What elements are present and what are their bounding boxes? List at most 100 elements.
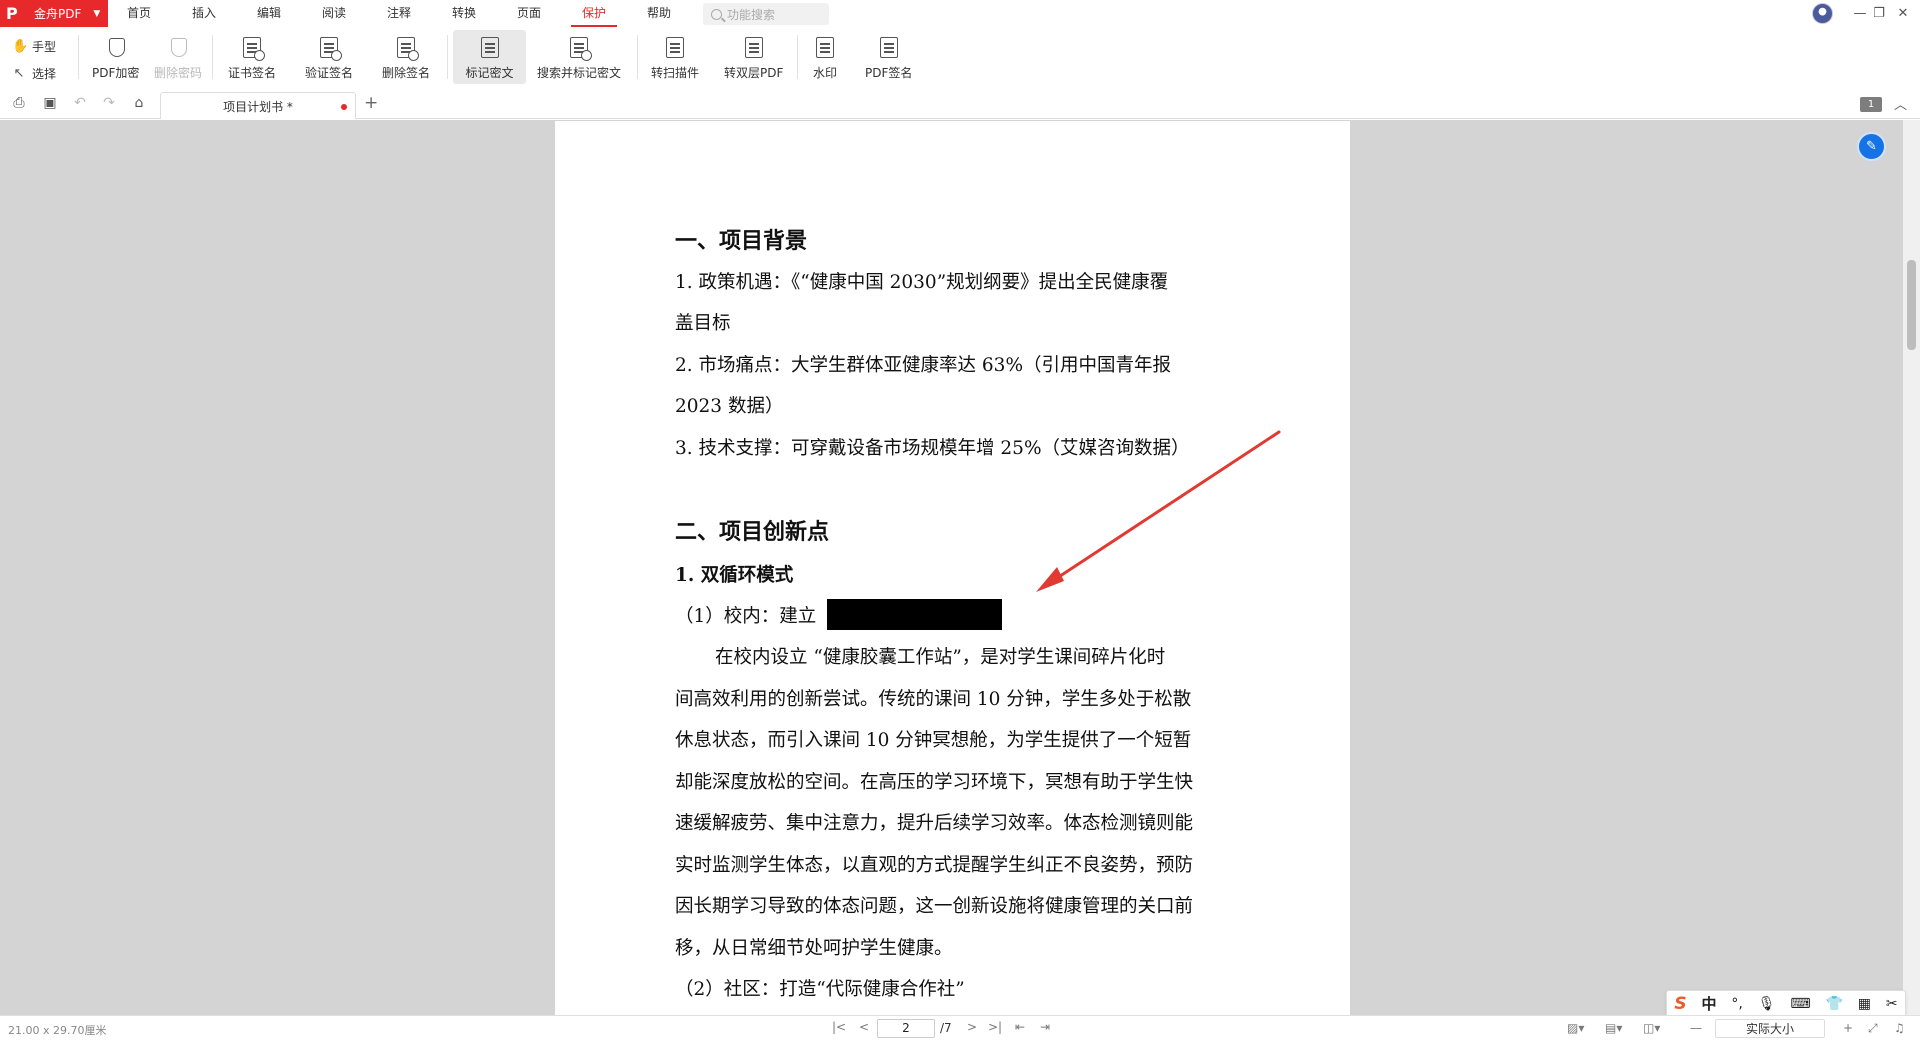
verify-sign-icon [316, 35, 342, 61]
first-page-icon[interactable]: |< [832, 1020, 846, 1034]
verify-sign-button[interactable]: 验证签名 [301, 30, 357, 84]
app-menu-button[interactable]: P 金舟PDF ▼ [0, 0, 108, 27]
forward-view-icon[interactable]: ⇥ [1040, 1020, 1050, 1034]
body-line: 却能深度放松的空间。在高压的学习环境下，冥想有助于学生快 [675, 772, 1194, 793]
vertical-scrollbar[interactable] [1903, 120, 1920, 1015]
app-name: 金舟PDF [34, 7, 82, 21]
section-heading-background: 一、项目背景 [675, 228, 808, 254]
redaction-mark[interactable] [827, 599, 1002, 630]
menu-edit[interactable]: 编辑 [256, 0, 282, 27]
section-heading-innovation: 二、项目创新点 [675, 519, 830, 545]
pdf-encrypt-button[interactable]: PDF加密 [88, 30, 143, 84]
select-tool-button[interactable]: ↖ 选择 [12, 63, 56, 83]
user-avatar[interactable] [1812, 3, 1833, 24]
select-tool-label: 选择 [32, 66, 57, 81]
pdf-sign-button[interactable]: PDF签名 [861, 30, 916, 84]
minimize-icon[interactable]: — [1851, 5, 1869, 23]
page-number-input[interactable]: 2 [877, 1019, 935, 1038]
app-logo-icon: P [6, 4, 18, 23]
status-bar: 21.00 x 29.70厘米 |< < 2 /7 > >| ⇤ ⇥ ▨▾ ▤▾… [0, 1015, 1920, 1040]
menu-read[interactable]: 阅读 [321, 0, 347, 27]
pen-sign-icon [876, 35, 902, 61]
menu-help[interactable]: 帮助 [646, 0, 672, 27]
function-search-input[interactable]: 功能搜索 [703, 3, 829, 25]
body-line: 间高效利用的创新尝试。传统的课间 10 分钟，学生多处于松散 [675, 689, 1192, 710]
single-page-icon[interactable]: ◫▾ [1643, 1021, 1660, 1035]
tools-icon[interactable]: ✂ [1886, 996, 1898, 1012]
zoom-in-icon[interactable]: + [1843, 1021, 1853, 1035]
ai-assistant-icon[interactable]: ✎ [1857, 132, 1886, 161]
undo-icon[interactable]: ↶ [72, 95, 88, 111]
watermark-button[interactable]: 水印 [808, 30, 842, 84]
close-icon[interactable]: ✕ [1894, 5, 1912, 23]
subheading-dual-cycle: 1. 双循环模式 [675, 565, 794, 586]
ribbon-divider [212, 35, 213, 79]
layout-icon[interactable]: ▤▾ [1605, 1021, 1622, 1035]
keyboard-icon[interactable]: ⌨ [1790, 996, 1810, 1012]
page-total-text: /7 [940, 1021, 952, 1035]
tab-document-title: 项目计划书 * [223, 99, 293, 114]
search-mark-redact-button[interactable]: 搜索并标记密文 [533, 30, 625, 84]
page-size-text: 21.00 x 29.70厘米 [8, 1024, 107, 1037]
paragraph-line: 2023 数据） [675, 396, 784, 417]
document-viewer[interactable]: 一、项目背景 1. 政策机遇：《“健康中国 2030”规划纲要》提出全民健康覆 … [0, 120, 1920, 1015]
last-page-icon[interactable]: >| [988, 1020, 1002, 1034]
body-line: 因长期学习导致的体态问题，这一创新设施将健康管理的关口前 [675, 896, 1194, 917]
menu-insert[interactable]: 插入 [191, 0, 217, 27]
pdf-page: 一、项目背景 1. 政策机遇：《“健康中国 2030”规划纲要》提出全民健康覆 … [555, 121, 1350, 1015]
cert-sign-button[interactable]: 证书签名 [224, 30, 280, 84]
paragraph-line: 1. 政策机遇：《“健康中国 2030”规划纲要》提出全民健康覆 [675, 272, 1169, 293]
menu-page[interactable]: 页面 [516, 0, 542, 27]
scan-icon [662, 35, 688, 61]
zoom-select[interactable]: 实际大小 [1715, 1019, 1825, 1038]
delete-sign-button[interactable]: 删除签名 [378, 30, 434, 84]
verify-sign-label: 验证签名 [305, 66, 354, 80]
prev-page-icon[interactable]: < [859, 1020, 869, 1034]
sogou-logo-icon[interactable]: S [1674, 994, 1686, 1014]
punctuation-icon[interactable]: °, [1731, 996, 1742, 1012]
unsaved-dot-icon [341, 104, 347, 110]
remove-password-label: 删除密码 [154, 66, 203, 80]
unlock-shield-icon [165, 35, 191, 61]
tab-document[interactable]: 项目计划书 * [160, 92, 356, 119]
next-page-icon[interactable]: > [967, 1020, 977, 1034]
delete-sign-icon [393, 35, 419, 61]
restore-icon[interactable]: ❐ [1870, 5, 1888, 23]
microphone-icon[interactable]: 🎙 [1758, 996, 1776, 1012]
menu-convert[interactable]: 转换 [451, 0, 477, 27]
pdf-sign-label: PDF签名 [865, 66, 913, 80]
ribbon-divider [447, 35, 448, 79]
ribbon-divider [78, 35, 79, 79]
mark-redact-button[interactable]: 标记密文 [453, 30, 526, 84]
notification-icon[interactable]: ♫ [1894, 1021, 1905, 1035]
zoom-out-icon[interactable]: — [1690, 1021, 1702, 1035]
print-icon[interactable]: ⎙ [11, 95, 27, 111]
hand-icon: ✋ [12, 38, 29, 54]
chevron-up-icon[interactable]: ︿ [1894, 94, 1907, 113]
search-icon [711, 8, 722, 20]
home-icon[interactable]: ⌂ [131, 95, 147, 111]
fullscreen-icon[interactable]: ⤢ [1868, 1021, 1878, 1036]
community-line: （2）社区：打造“代际健康合作社” [675, 979, 965, 1000]
delete-sign-label: 删除签名 [382, 66, 431, 80]
to-dual-pdf-button[interactable]: 转双层PDF [720, 30, 787, 84]
new-tab-icon[interactable]: + [364, 93, 378, 113]
ime-mode[interactable]: 中 [1702, 993, 1717, 1014]
to-scan-button[interactable]: 转扫描件 [647, 30, 703, 84]
grid-menu-icon[interactable]: ▦ [1858, 996, 1871, 1012]
back-view-icon[interactable]: ⇤ [1015, 1020, 1025, 1034]
watermark-label: 水印 [812, 66, 837, 80]
menu-annotate[interactable]: 注释 [386, 0, 412, 27]
paragraph-line: 盖目标 [675, 313, 731, 334]
save-icon[interactable]: ▣ [42, 95, 58, 111]
menu-home[interactable]: 首页 [126, 0, 152, 27]
hand-tool-button[interactable]: ✋ 手型 [12, 36, 56, 56]
page-mode-icon[interactable]: ▨▾ [1567, 1021, 1584, 1035]
paragraph-line: 3. 技术支撑：可穿戴设备市场规模年增 25%（艾媒咨询数据） [675, 438, 1190, 459]
redo-icon[interactable]: ↷ [101, 95, 117, 111]
scrollbar-thumb[interactable] [1907, 260, 1916, 350]
to-scan-label: 转扫描件 [651, 66, 700, 80]
ime-toolbar[interactable]: S 中 °, 🎙 ⌨ 👕 ▦ ✂ [1666, 990, 1906, 1017]
menu-protect[interactable]: 保护 [571, 0, 617, 27]
skin-icon[interactable]: 👕 [1825, 996, 1842, 1012]
